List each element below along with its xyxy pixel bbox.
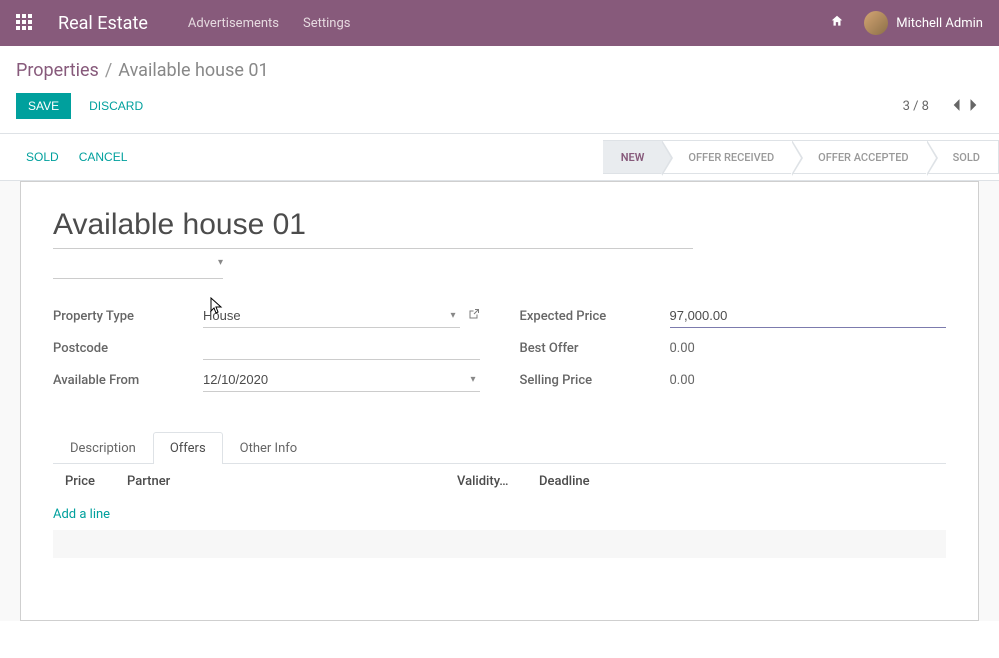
expected-price-input[interactable] bbox=[670, 304, 947, 328]
breadcrumb-current: Available house 01 bbox=[118, 60, 268, 81]
status-new[interactable]: New bbox=[603, 140, 663, 174]
postcode-input[interactable] bbox=[203, 336, 480, 360]
property-type-input[interactable] bbox=[203, 304, 446, 327]
save-button[interactable]: Save bbox=[16, 93, 71, 119]
table-row bbox=[53, 530, 946, 558]
breadcrumb-root[interactable]: Properties bbox=[16, 60, 99, 81]
col-deadline[interactable]: Deadline bbox=[539, 474, 639, 489]
statusbar: New Offer Received Offer Accepted Sold bbox=[603, 140, 999, 174]
best-offer-label: Best Offer bbox=[520, 341, 670, 356]
chevron-down-icon[interactable]: ▾ bbox=[466, 374, 479, 385]
property-type-field[interactable]: ▾ bbox=[203, 304, 460, 328]
statusbar-row: Sold Cancel New Offer Received Offer Acc… bbox=[0, 134, 999, 181]
nav-advertisements[interactable]: Advertisements bbox=[188, 16, 279, 31]
property-type-label: Property Type bbox=[53, 309, 203, 324]
selling-price-label: Selling Price bbox=[520, 373, 670, 388]
status-offer-accepted[interactable]: Offer Accepted bbox=[792, 140, 926, 174]
title-input[interactable] bbox=[53, 206, 693, 249]
control-panel: Save Discard 3 / 8 bbox=[0, 85, 999, 134]
selling-price-value: 0.00 bbox=[670, 369, 947, 392]
form-tabs: Description Offers Other Info bbox=[53, 431, 946, 464]
breadcrumb-sep: / bbox=[105, 60, 112, 81]
col-partner[interactable]: Partner bbox=[127, 474, 457, 489]
pager-prev-icon[interactable] bbox=[947, 97, 965, 116]
app-brand[interactable]: Real Estate bbox=[58, 13, 148, 34]
tab-description[interactable]: Description bbox=[53, 432, 153, 464]
home-icon[interactable] bbox=[830, 14, 844, 32]
status-offer-received[interactable]: Offer Received bbox=[662, 140, 792, 174]
cancel-button[interactable]: Cancel bbox=[69, 144, 138, 170]
add-line-link[interactable]: Add a line bbox=[53, 499, 946, 530]
nav-settings[interactable]: Settings bbox=[303, 16, 350, 31]
discard-button[interactable]: Discard bbox=[81, 93, 151, 119]
best-offer-value: 0.00 bbox=[670, 337, 947, 360]
pager-counter: 3 / 8 bbox=[903, 99, 929, 114]
tab-other-info[interactable]: Other Info bbox=[223, 432, 315, 464]
tab-offers[interactable]: Offers bbox=[153, 432, 223, 464]
user-name[interactable]: Mitchell Admin bbox=[896, 16, 983, 31]
available-from-input[interactable] bbox=[203, 368, 466, 391]
expected-price-label: Expected Price bbox=[520, 309, 670, 324]
chevron-down-icon[interactable]: ▾ bbox=[446, 310, 459, 321]
available-from-label: Available From bbox=[53, 373, 203, 388]
top-navbar: Real Estate Advertisements Settings Mitc… bbox=[0, 0, 999, 46]
col-price[interactable]: Price bbox=[65, 474, 115, 489]
tab-offers-content: Price Partner Validity… Deadline Add a l… bbox=[53, 464, 946, 589]
offers-header: Price Partner Validity… Deadline bbox=[53, 464, 946, 499]
pager: 3 / 8 bbox=[903, 97, 983, 116]
form-sheet: Property Type ▾ Postcode Available From bbox=[20, 181, 979, 621]
pager-next-icon[interactable] bbox=[965, 97, 983, 116]
apps-icon[interactable] bbox=[16, 14, 34, 32]
avatar[interactable] bbox=[864, 11, 888, 35]
postcode-label: Postcode bbox=[53, 341, 203, 356]
external-link-icon[interactable] bbox=[468, 308, 480, 324]
available-from-field[interactable]: ▾ bbox=[203, 368, 480, 392]
tags-select[interactable] bbox=[53, 257, 223, 279]
breadcrumb: Properties / Available house 01 bbox=[0, 46, 999, 85]
sold-button[interactable]: Sold bbox=[16, 144, 69, 170]
col-validity[interactable]: Validity… bbox=[457, 474, 527, 489]
